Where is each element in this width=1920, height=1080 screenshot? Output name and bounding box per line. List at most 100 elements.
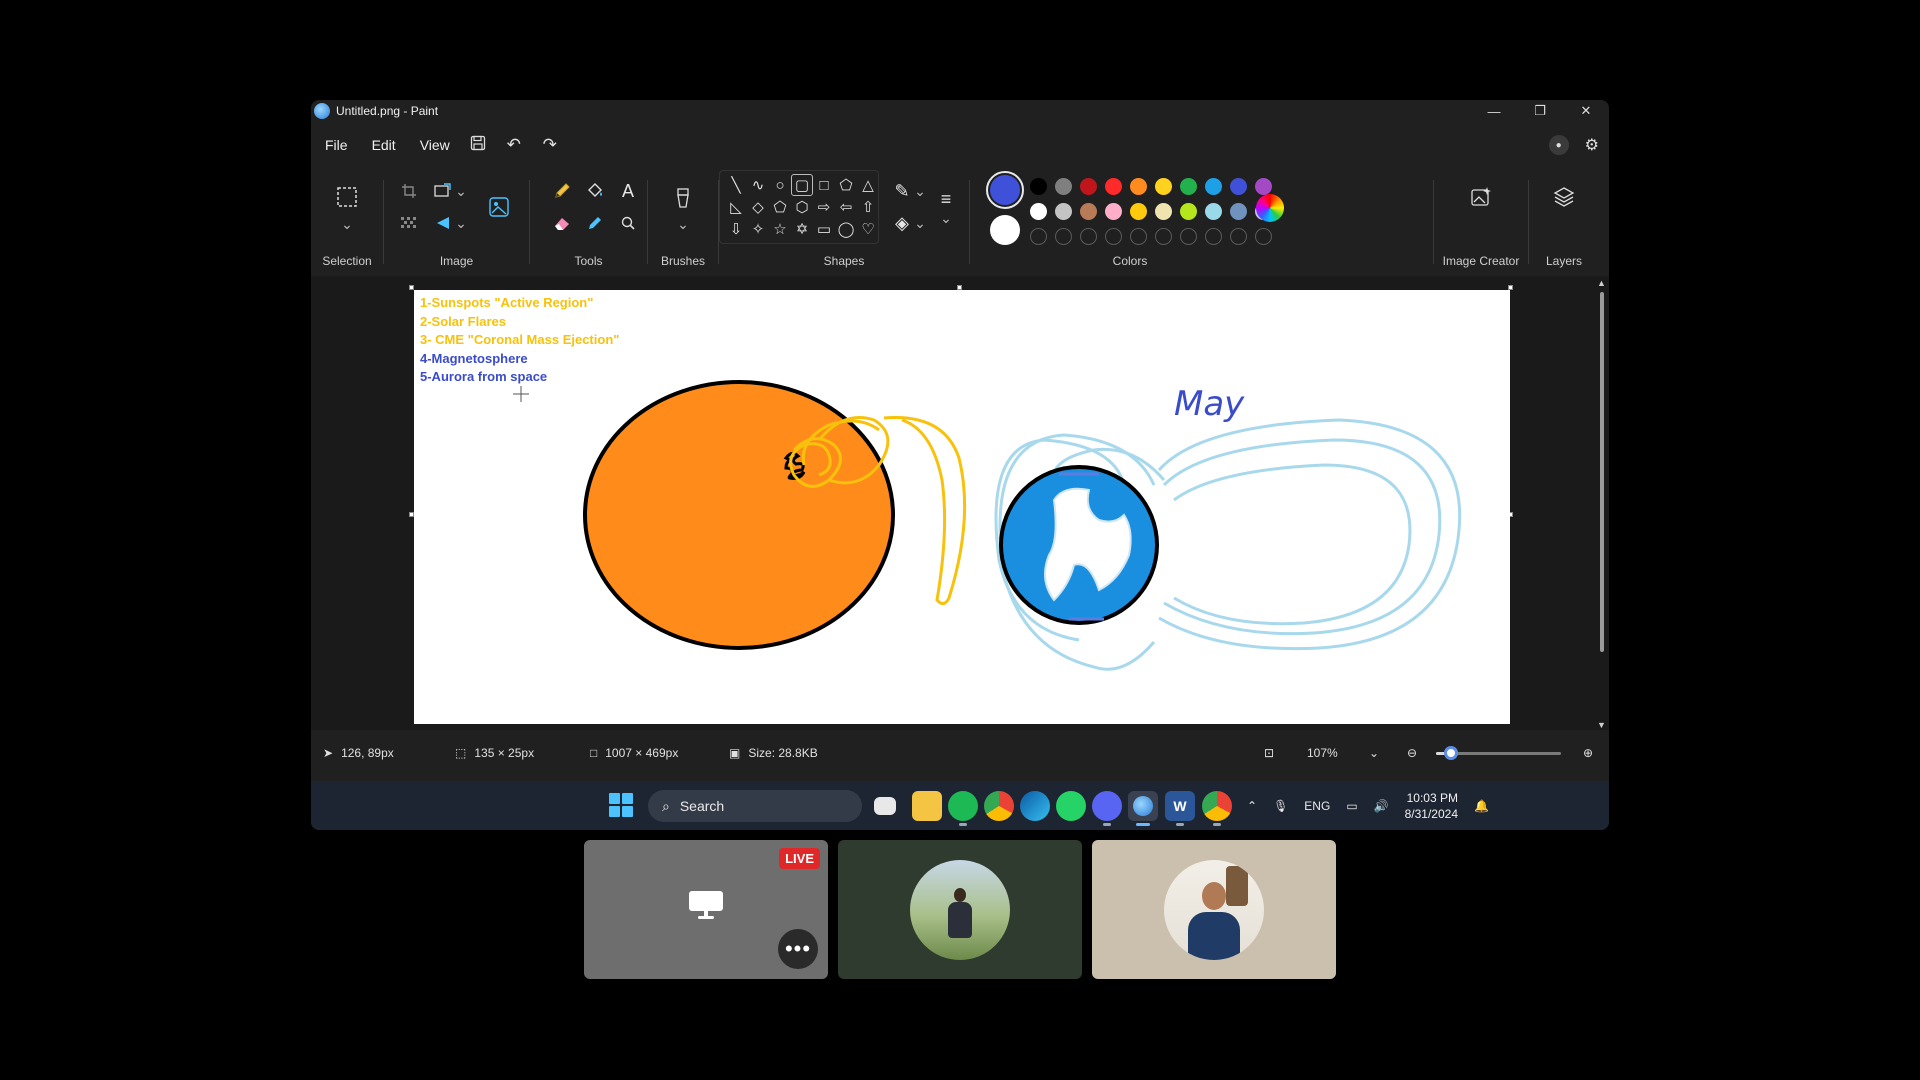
- microphone-icon[interactable]: 🎙: [1273, 799, 1288, 813]
- restore-button[interactable]: ❐: [1517, 100, 1563, 122]
- custom-color-slot[interactable]: [1230, 228, 1247, 245]
- paint-taskbar-icon[interactable]: [1128, 791, 1158, 826]
- color-swatch[interactable]: [1155, 203, 1172, 220]
- secondary-color[interactable]: [990, 215, 1020, 245]
- five-point-star-shape-icon[interactable]: ☆: [769, 218, 791, 240]
- layers-icon[interactable]: [1549, 182, 1579, 212]
- minimize-button[interactable]: —: [1471, 100, 1517, 122]
- chrome-icon[interactable]: [984, 791, 1014, 821]
- rectangle-shape-icon[interactable]: □: [813, 174, 835, 196]
- curve-shape-icon[interactable]: ∿: [747, 174, 769, 196]
- rounded-rect-shape-icon[interactable]: ▢: [791, 174, 813, 196]
- custom-color-slot[interactable]: [1155, 228, 1172, 245]
- color-swatch[interactable]: [1205, 178, 1222, 195]
- discord-icon[interactable]: [1092, 791, 1122, 826]
- image-creator-icon[interactable]: [1466, 182, 1496, 212]
- custom-color-slot[interactable]: [1205, 228, 1222, 245]
- save-icon[interactable]: [460, 135, 496, 156]
- line-shape-icon[interactable]: ╲: [725, 174, 747, 196]
- menu-file[interactable]: File: [325, 137, 348, 153]
- windows-start-icon[interactable]: [609, 793, 633, 817]
- custom-color-slot[interactable]: [1080, 228, 1097, 245]
- rotate-dropdown-icon[interactable]: ⌄: [446, 208, 476, 238]
- color-swatch[interactable]: [1080, 203, 1097, 220]
- edit-colors-icon[interactable]: [1256, 194, 1284, 222]
- triangle-shape-icon[interactable]: △: [857, 174, 879, 196]
- brushes-dropdown-icon[interactable]: ⌄: [668, 216, 698, 232]
- chevron-up-icon[interactable]: ⌃: [1247, 799, 1257, 813]
- clock[interactable]: 10:03 PM 8/31/2024: [1405, 790, 1458, 822]
- color-picker-icon[interactable]: [580, 208, 610, 238]
- color-swatch[interactable]: [1130, 178, 1147, 195]
- redo-icon[interactable]: ↷: [532, 135, 568, 155]
- custom-color-slot[interactable]: [1130, 228, 1147, 245]
- zoom-select[interactable]: 107% ⌄: [1299, 739, 1387, 767]
- menu-view[interactable]: View: [420, 137, 450, 153]
- right-arrow-shape-icon[interactable]: ⇨: [813, 196, 835, 218]
- size-dropdown-icon[interactable]: ⌄: [931, 210, 961, 226]
- file-explorer-icon[interactable]: [912, 791, 942, 821]
- image-insert-icon[interactable]: [484, 192, 514, 222]
- left-arrow-shape-icon[interactable]: ⇦: [835, 196, 857, 218]
- right-triangle-shape-icon[interactable]: ◺: [725, 196, 747, 218]
- heart-shape-icon[interactable]: ♡: [857, 218, 879, 240]
- four-point-star-shape-icon[interactable]: ✧: [747, 218, 769, 240]
- color-swatch[interactable]: [1080, 178, 1097, 195]
- up-arrow-shape-icon[interactable]: ⇧: [857, 196, 879, 218]
- drawing-canvas[interactable]: 1-Sunspots "Active Region" 2-Solar Flare…: [414, 290, 1510, 724]
- diamond-shape-icon[interactable]: ◇: [747, 196, 769, 218]
- pentagon-shape-icon[interactable]: ⬠: [769, 196, 791, 218]
- color-swatch[interactable]: [1230, 203, 1247, 220]
- menu-edit[interactable]: Edit: [372, 137, 396, 153]
- scroll-thumb[interactable]: [1600, 292, 1604, 652]
- fit-to-window-icon[interactable]: ⊡: [1264, 735, 1274, 771]
- custom-color-slot[interactable]: [1055, 228, 1072, 245]
- volume-icon[interactable]: 🔊: [1374, 799, 1389, 813]
- polygon-shape-icon[interactable]: ⬠: [835, 174, 857, 196]
- down-arrow-shape-icon[interactable]: ⇩: [725, 218, 747, 240]
- whatsapp-icon[interactable]: [1056, 791, 1086, 821]
- color-swatch[interactable]: [1180, 203, 1197, 220]
- scroll-down-icon[interactable]: ▼: [1597, 720, 1606, 730]
- color-swatch[interactable]: [1155, 178, 1172, 195]
- task-view-icon[interactable]: [874, 797, 896, 815]
- callout-oval-shape-icon[interactable]: ◯: [835, 218, 857, 240]
- color-swatch[interactable]: [1130, 203, 1147, 220]
- more-options-button[interactable]: •••: [778, 929, 818, 969]
- zoom-slider-knob[interactable]: [1444, 746, 1458, 760]
- eraser-icon[interactable]: [547, 208, 577, 238]
- zoom-in-icon[interactable]: ⊕: [1583, 735, 1593, 771]
- color-swatch[interactable]: [1030, 178, 1047, 195]
- magnifier-icon[interactable]: [613, 208, 643, 238]
- six-point-star-shape-icon[interactable]: ✡: [791, 218, 813, 240]
- remove-background-icon[interactable]: [394, 208, 424, 238]
- close-button[interactable]: ✕: [1563, 100, 1609, 122]
- settings-icon[interactable]: ⚙: [1585, 135, 1599, 155]
- resize-dropdown-icon[interactable]: ⌄: [446, 176, 476, 206]
- color-swatch[interactable]: [1180, 178, 1197, 195]
- chrome-profile-icon[interactable]: [1202, 791, 1232, 826]
- vertical-scrollbar[interactable]: ▲ ▼: [1597, 278, 1606, 730]
- color-swatch[interactable]: [1205, 203, 1222, 220]
- custom-color-slot[interactable]: [1180, 228, 1197, 245]
- undo-icon[interactable]: ↶: [496, 135, 532, 155]
- primary-color[interactable]: [986, 171, 1024, 209]
- custom-color-slot[interactable]: [1105, 228, 1122, 245]
- participant-tile[interactable]: [1092, 840, 1336, 979]
- text-tool-icon[interactable]: A: [613, 176, 643, 206]
- edge-icon[interactable]: [1020, 791, 1050, 821]
- crop-icon[interactable]: [394, 176, 424, 206]
- spotify-icon[interactable]: [948, 791, 978, 826]
- color-swatch[interactable]: [1105, 203, 1122, 220]
- oval-shape-icon[interactable]: ○: [769, 174, 791, 196]
- brush-icon[interactable]: [668, 184, 698, 214]
- hexagon-shape-icon[interactable]: ⬡: [791, 196, 813, 218]
- select-rectangle-icon[interactable]: [330, 179, 364, 215]
- word-icon[interactable]: W: [1165, 791, 1195, 826]
- account-icon[interactable]: ●: [1548, 135, 1569, 155]
- taskbar-search[interactable]: ⌕ Search: [648, 790, 862, 822]
- color-swatch[interactable]: [1030, 203, 1047, 220]
- notification-bell-icon[interactable]: 🔔: [1474, 799, 1489, 813]
- fill-bucket-icon[interactable]: [580, 176, 610, 206]
- custom-color-slot[interactable]: [1030, 228, 1047, 245]
